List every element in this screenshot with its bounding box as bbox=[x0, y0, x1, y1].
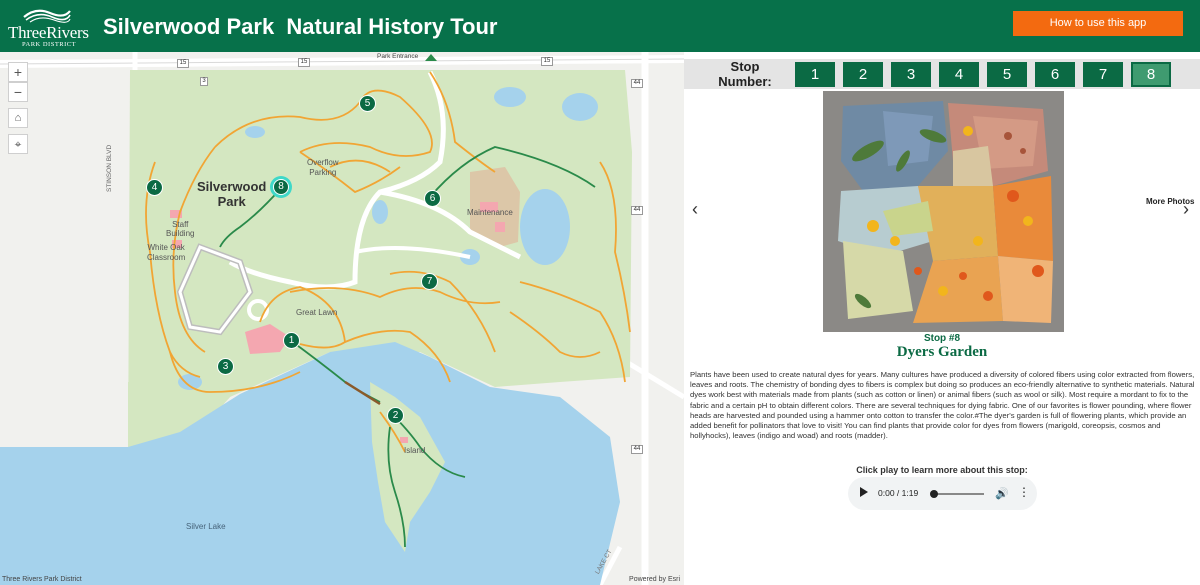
app-title: Silverwood Park Natural History Tour bbox=[103, 14, 498, 39]
play-icon[interactable] bbox=[860, 487, 868, 497]
entrance-flag-icon bbox=[425, 54, 437, 61]
stinson-road-label: STINSON BLVD bbox=[106, 144, 113, 192]
overflow-parking-label: Overflow Parking bbox=[307, 158, 339, 177]
stop-button-3[interactable]: 3 bbox=[891, 62, 931, 87]
stop-button-4[interactable]: 4 bbox=[939, 62, 979, 87]
road-44-shield: 44 bbox=[631, 79, 643, 88]
road-44-shield: 44 bbox=[631, 206, 643, 215]
park-name-label: Silverwood Park bbox=[197, 179, 267, 209]
map-attribution: Three Rivers Park District bbox=[2, 576, 82, 583]
stop-photo bbox=[823, 91, 1064, 332]
play-prompt: Click play to learn more about this stop… bbox=[856, 465, 1028, 475]
map-marker-2[interactable]: 2 bbox=[387, 407, 404, 424]
previous-photo-arrow[interactable]: ‹ bbox=[692, 199, 698, 220]
park-entrance-label: Park Entrance bbox=[377, 53, 419, 60]
stop-button-7[interactable]: 7 bbox=[1083, 62, 1123, 87]
island-label: Island bbox=[404, 446, 426, 455]
stop-number-text: Stop #8 bbox=[923, 333, 961, 344]
map-canvas[interactable] bbox=[0, 52, 684, 585]
tour-map[interactable]: Silverwood Park Overflow Parking Mainten… bbox=[0, 52, 684, 585]
how-to-use-button[interactable]: How to use this app bbox=[1013, 11, 1183, 36]
stop-button-1[interactable]: 1 bbox=[795, 62, 835, 87]
silver-lake-label: Silver Lake bbox=[186, 522, 226, 531]
audio-progress-knob[interactable] bbox=[930, 490, 938, 498]
audio-player[interactable]: 0:00 / 1:19 🔊 ⋮ bbox=[848, 477, 1037, 510]
map-marker-8-selected[interactable]: 8 bbox=[273, 179, 289, 195]
stop-button-2[interactable]: 2 bbox=[843, 62, 883, 87]
audio-time: 0:00 / 1:19 bbox=[878, 488, 919, 498]
stop-selector-bar: Stop Number: 1 2 3 4 5 6 7 8 bbox=[684, 59, 1200, 89]
map-marker-1[interactable]: 1 bbox=[283, 332, 300, 349]
three-rivers-logo[interactable]: ThreeRivers PARK DISTRICT bbox=[8, 5, 89, 48]
next-photo-arrow[interactable]: › bbox=[1183, 199, 1189, 220]
map-marker-4[interactable]: 4 bbox=[146, 179, 163, 196]
logo-subtitle: PARK DISTRICT bbox=[22, 41, 77, 48]
map-marker-3[interactable]: 3 bbox=[217, 358, 234, 375]
stop-number-label: Stop Number: bbox=[718, 59, 772, 89]
road-15-shield: 15 bbox=[541, 57, 553, 66]
stop-button-8-active[interactable]: 8 bbox=[1131, 62, 1171, 87]
stop-title: Dyers Garden bbox=[896, 344, 988, 360]
map-marker-5[interactable]: 5 bbox=[359, 95, 376, 112]
powered-by-esri[interactable]: Powered by Esri bbox=[629, 576, 680, 583]
volume-icon[interactable]: 🔊 bbox=[995, 487, 1009, 500]
map-marker-7[interactable]: 7 bbox=[421, 273, 438, 290]
great-lawn-label: Great Lawn bbox=[296, 308, 338, 317]
zoom-in-button[interactable]: + bbox=[8, 62, 28, 82]
maintenance-label: Maintenance bbox=[467, 208, 513, 217]
dyed-fabric-photo bbox=[823, 91, 1064, 332]
audio-progress-track[interactable] bbox=[932, 493, 984, 495]
white-oak-label: White Oak Classroom bbox=[147, 243, 186, 262]
logo-wave-icon bbox=[23, 9, 71, 23]
map-marker-6[interactable]: 6 bbox=[424, 190, 441, 207]
locate-icon[interactable]: ⌖ bbox=[8, 134, 28, 154]
stop-detail-panel: Stop Number: 1 2 3 4 5 6 7 8 ‹ More Phot… bbox=[684, 52, 1200, 585]
road-44-shield: 44 bbox=[631, 445, 643, 454]
stop-button-5[interactable]: 5 bbox=[987, 62, 1027, 87]
app-header: ThreeRivers PARK DISTRICT Silverwood Par… bbox=[0, 0, 1200, 52]
more-options-icon[interactable]: ⋮ bbox=[1018, 485, 1030, 499]
stop-description: Plants have been used to create natural … bbox=[690, 370, 1195, 441]
staff-building-label: Staff Building bbox=[166, 220, 195, 238]
road-15-shield: 15 bbox=[298, 58, 310, 67]
road-15-shield: 15 bbox=[177, 59, 189, 68]
home-icon[interactable]: ⌂ bbox=[8, 108, 28, 128]
stop-button-6[interactable]: 6 bbox=[1035, 62, 1075, 87]
zoom-out-button[interactable]: − bbox=[8, 82, 28, 102]
logo-name: ThreeRivers bbox=[8, 23, 89, 42]
road-3-shield: 3 bbox=[200, 77, 208, 86]
